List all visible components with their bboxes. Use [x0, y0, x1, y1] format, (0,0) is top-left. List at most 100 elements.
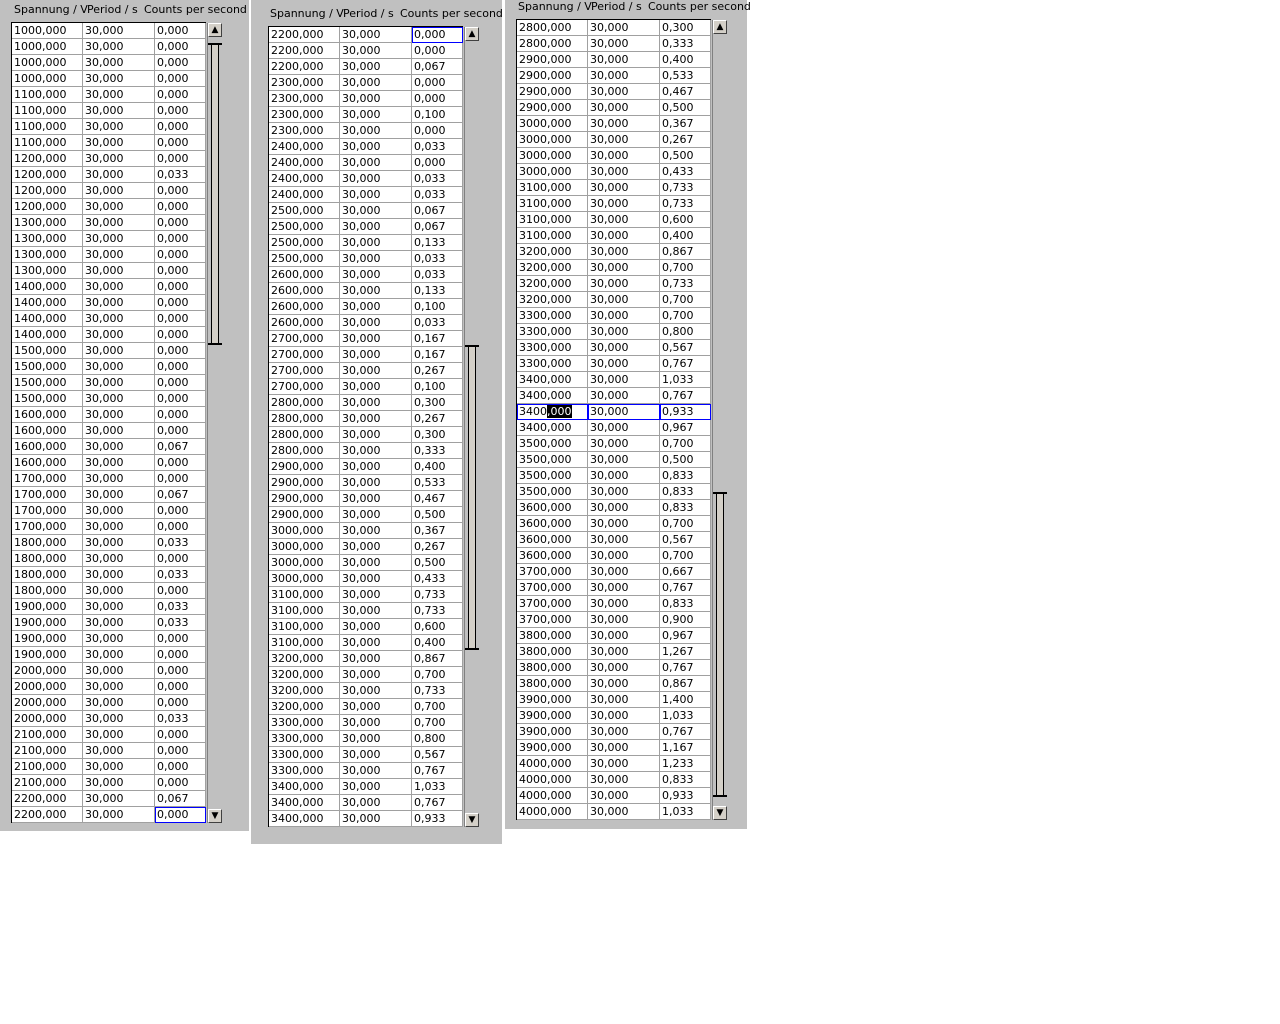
- table-row[interactable]: 3400,000 30,000 0,767: [517, 388, 711, 404]
- table-row[interactable]: 1400,000 30,000 0,000: [12, 311, 206, 327]
- period-cell[interactable]: 30,000: [588, 324, 660, 340]
- table-row[interactable]: 2000,000 30,000 0,000: [12, 679, 206, 695]
- voltage-cell[interactable]: 3900,000: [517, 740, 588, 756]
- voltage-cell[interactable]: 2300,000: [269, 75, 340, 91]
- period-cell[interactable]: 30,000: [340, 203, 412, 219]
- counts-cell[interactable]: 0,000: [155, 663, 206, 679]
- table-row[interactable]: 1700,000 30,000 0,067: [12, 487, 206, 503]
- scroll-up-button[interactable]: ▲: [713, 20, 727, 34]
- counts-cell[interactable]: 0,067: [155, 439, 206, 455]
- table-row[interactable]: 1800,000 30,000 0,033: [12, 567, 206, 583]
- voltage-cell[interactable]: 1100,000: [12, 119, 83, 135]
- period-cell[interactable]: 30,000: [340, 459, 412, 475]
- voltage-cell[interactable]: 1900,000: [12, 647, 83, 663]
- period-cell[interactable]: 30,000: [588, 532, 660, 548]
- voltage-cell[interactable]: 2000,000: [12, 679, 83, 695]
- voltage-cell[interactable]: 3300,000: [517, 356, 588, 372]
- voltage-cell[interactable]: 3200,000: [269, 683, 340, 699]
- table-row[interactable]: 3200,000 30,000 0,700: [269, 667, 463, 683]
- period-cell[interactable]: 30,000: [340, 75, 412, 91]
- period-cell[interactable]: 30,000: [588, 276, 660, 292]
- counts-cell[interactable]: 0,000: [155, 199, 206, 215]
- period-cell[interactable]: 30,000: [340, 731, 412, 747]
- voltage-cell[interactable]: 3000,000: [269, 571, 340, 587]
- table-row[interactable]: 3200,000 30,000 0,867: [517, 244, 711, 260]
- counts-cell[interactable]: 0,033: [412, 187, 463, 203]
- table-row[interactable]: 1000,000 30,000 0,000: [12, 55, 206, 71]
- counts-cell[interactable]: 0,000: [155, 151, 206, 167]
- period-cell[interactable]: 30,000: [340, 523, 412, 539]
- table-row[interactable]: 1100,000 30,000 0,000: [12, 119, 206, 135]
- voltage-cell[interactable]: 2800,000: [269, 443, 340, 459]
- counts-cell[interactable]: 0,033: [412, 315, 463, 331]
- counts-cell[interactable]: 0,833: [660, 500, 711, 516]
- voltage-cell[interactable]: 3000,000: [269, 555, 340, 571]
- voltage-cell[interactable]: 3300,000: [269, 747, 340, 763]
- period-cell[interactable]: 30,000: [588, 372, 660, 388]
- table-row[interactable]: 2000,000 30,000 0,000: [12, 695, 206, 711]
- voltage-cell[interactable]: 1700,000: [12, 503, 83, 519]
- period-cell[interactable]: 30,000: [83, 71, 155, 87]
- counts-cell[interactable]: 1,033: [660, 708, 711, 724]
- period-cell[interactable]: 30,000: [588, 228, 660, 244]
- voltage-cell[interactable]: 2800,000: [517, 20, 588, 36]
- voltage-cell[interactable]: 3100,000: [269, 619, 340, 635]
- table-row[interactable]: 3700,000 30,000 0,767: [517, 580, 711, 596]
- voltage-cell[interactable]: 2400,000: [269, 139, 340, 155]
- table-row[interactable]: 3100,000 30,000 0,400: [269, 635, 463, 651]
- counts-cell[interactable]: 0,467: [412, 491, 463, 507]
- counts-cell[interactable]: 1,033: [412, 779, 463, 795]
- voltage-cell[interactable]: 1600,000: [12, 423, 83, 439]
- voltage-cell[interactable]: 1800,000: [12, 551, 83, 567]
- voltage-cell[interactable]: 3700,000: [517, 580, 588, 596]
- counts-cell[interactable]: 0,000: [155, 359, 206, 375]
- voltage-cell[interactable]: 2000,000: [12, 695, 83, 711]
- table-row[interactable]: 3800,000 30,000 0,767: [517, 660, 711, 676]
- table-row[interactable]: 1500,000 30,000 0,000: [12, 343, 206, 359]
- counts-cell[interactable]: 1,033: [660, 372, 711, 388]
- period-cell[interactable]: 30,000: [83, 119, 155, 135]
- counts-cell[interactable]: 0,733: [412, 587, 463, 603]
- voltage-cell[interactable]: 1900,000: [12, 599, 83, 615]
- period-cell[interactable]: 30,000: [588, 676, 660, 692]
- voltage-cell[interactable]: 1100,000: [12, 135, 83, 151]
- scroll-up-button[interactable]: ▲: [208, 23, 222, 37]
- voltage-cell[interactable]: 2500,000: [269, 219, 340, 235]
- voltage-cell[interactable]: 1900,000: [12, 631, 83, 647]
- counts-cell[interactable]: 0,033: [155, 615, 206, 631]
- counts-cell[interactable]: 0,067: [155, 791, 206, 807]
- period-cell[interactable]: 30,000: [588, 68, 660, 84]
- table-row[interactable]: 2900,000 30,000 0,400: [269, 459, 463, 475]
- table-row[interactable]: 3100,000 30,000 0,400: [517, 228, 711, 244]
- period-cell[interactable]: 30,000: [83, 727, 155, 743]
- voltage-cell[interactable]: 3100,000: [517, 212, 588, 228]
- period-cell[interactable]: 30,000: [83, 535, 155, 551]
- counts-cell[interactable]: 0,033: [155, 535, 206, 551]
- table-row[interactable]: 2800,000 30,000 0,300: [269, 395, 463, 411]
- counts-cell[interactable]: 0,000: [155, 71, 206, 87]
- counts-cell[interactable]: 0,000: [155, 519, 206, 535]
- counts-cell[interactable]: 0,533: [660, 68, 711, 84]
- voltage-cell[interactable]: 2400,000: [269, 155, 340, 171]
- table-row[interactable]: 2600,000 30,000 0,133: [269, 283, 463, 299]
- counts-cell[interactable]: 0,033: [412, 251, 463, 267]
- voltage-cell[interactable]: 3200,000: [517, 260, 588, 276]
- table-row[interactable]: 3000,000 30,000 0,267: [517, 132, 711, 148]
- counts-cell[interactable]: 0,067: [412, 219, 463, 235]
- counts-cell[interactable]: 0,000: [412, 75, 463, 91]
- period-cell[interactable]: 30,000: [340, 603, 412, 619]
- voltage-cell[interactable]: 3600,000: [517, 532, 588, 548]
- voltage-cell[interactable]: 4000,000: [517, 788, 588, 804]
- counts-cell[interactable]: 0,767: [660, 660, 711, 676]
- counts-cell[interactable]: 0,400: [660, 228, 711, 244]
- table-row[interactable]: 2300,000 30,000 0,000: [269, 91, 463, 107]
- voltage-cell[interactable]: 1400,000: [12, 327, 83, 343]
- table-row[interactable]: 3100,000 30,000 0,733: [517, 196, 711, 212]
- voltage-cell[interactable]: 3300,000: [269, 763, 340, 779]
- table-row[interactable]: 3400,000 30,000 0,767: [269, 795, 463, 811]
- period-cell[interactable]: 30,000: [340, 91, 412, 107]
- period-cell[interactable]: 30,000: [340, 395, 412, 411]
- counts-cell[interactable]: 0,700: [660, 548, 711, 564]
- voltage-cell[interactable]: 2000,000: [12, 663, 83, 679]
- counts-cell[interactable]: 0,000: [412, 123, 463, 139]
